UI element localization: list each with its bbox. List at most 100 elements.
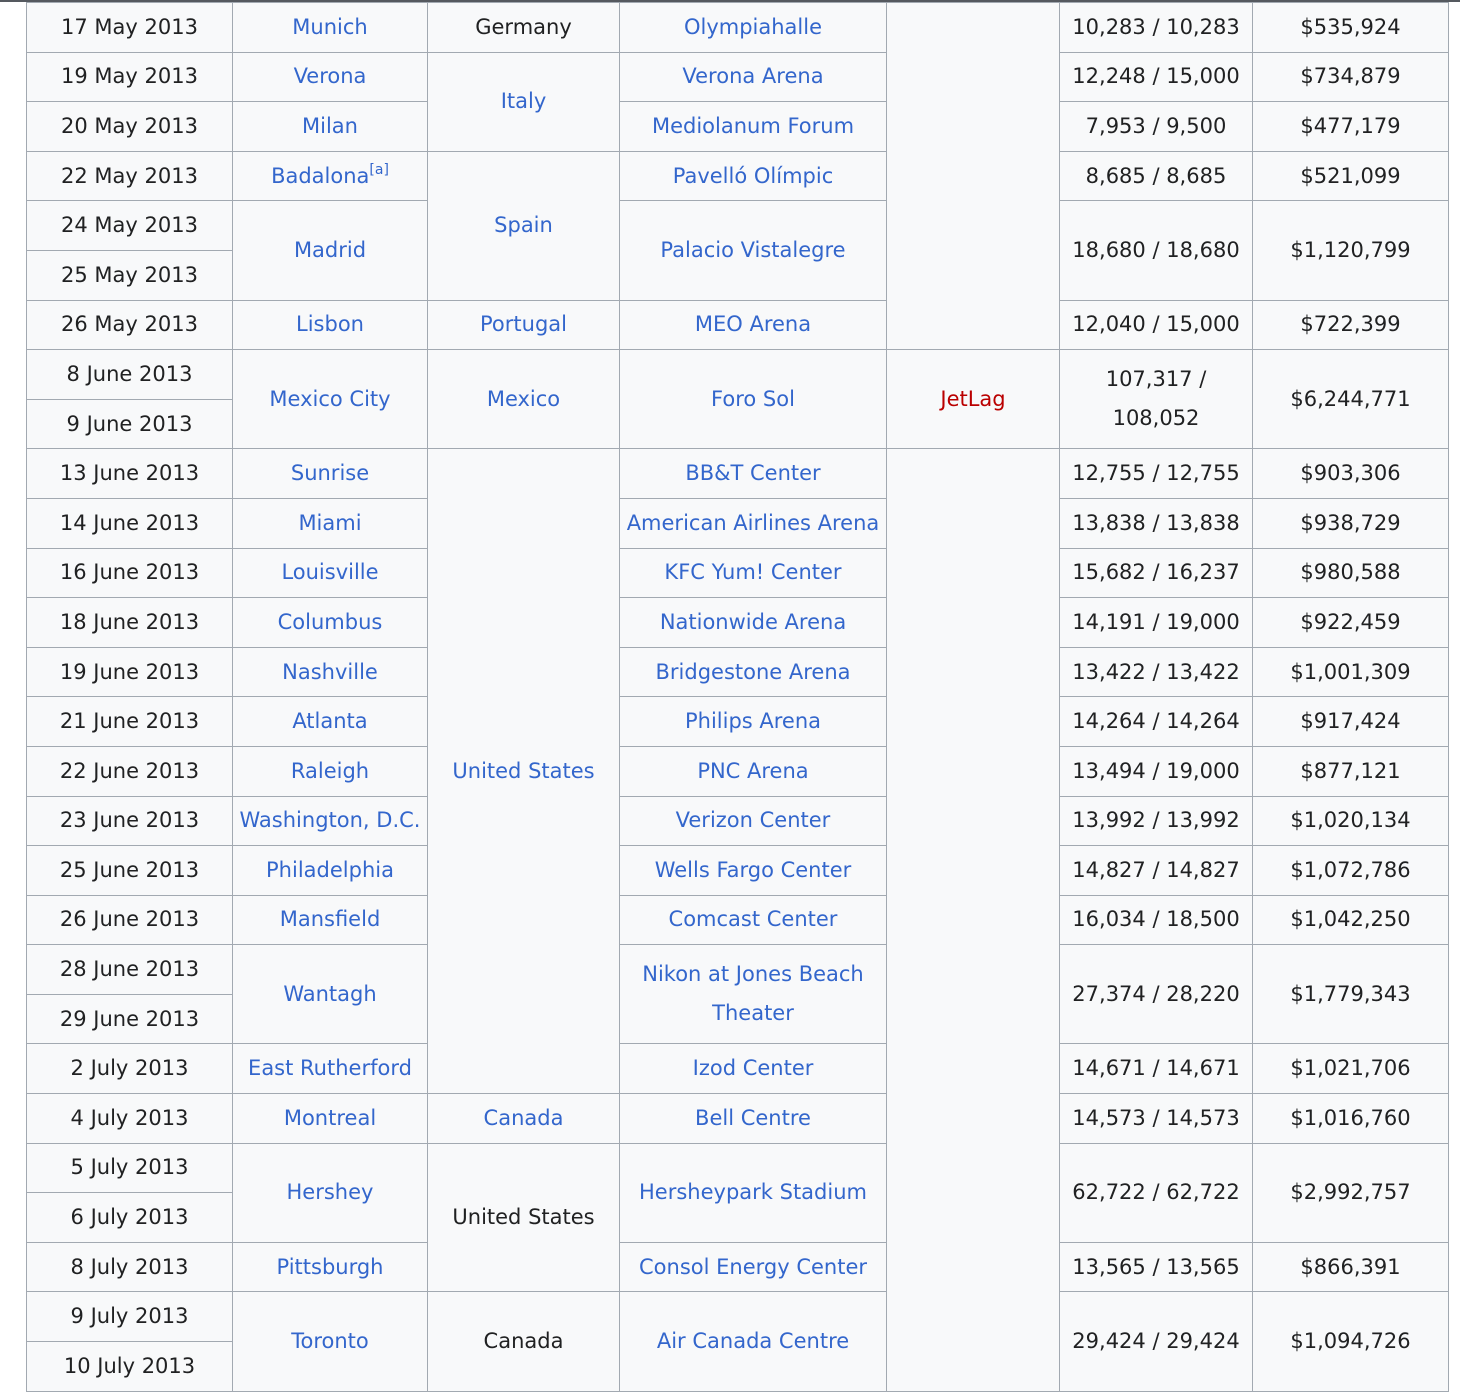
- venue-link[interactable]: Comcast Center: [669, 907, 838, 931]
- city-link[interactable]: Verona: [294, 64, 367, 88]
- opening-act-link[interactable]: JetLag: [940, 387, 1005, 411]
- country-link[interactable]: United States: [452, 759, 594, 783]
- city-link[interactable]: Miami: [298, 511, 361, 535]
- city-link[interactable]: Louisville: [281, 560, 378, 584]
- venue-cell: Comcast Center: [619, 894, 887, 946]
- city-link[interactable]: Lisbon: [296, 312, 364, 336]
- city-link[interactable]: Milan: [302, 114, 358, 138]
- opening-act-cell: [886, 1, 1060, 351]
- revenue-cell: $938,729: [1252, 497, 1449, 549]
- city-cell: Washington, D.C.: [232, 795, 428, 847]
- venue-link[interactable]: Consol Energy Center: [639, 1255, 867, 1279]
- country-link[interactable]: Mexico: [487, 387, 560, 411]
- venue-cell: KFC Yum! Center: [619, 547, 887, 599]
- revenue-cell: $1,001,309: [1252, 646, 1449, 698]
- venue-link[interactable]: Philips Arena: [685, 709, 821, 733]
- venue-link[interactable]: Bridgestone Arena: [655, 660, 850, 684]
- attendance-cell: 10,283 / 10,283: [1059, 2, 1253, 53]
- city-link[interactable]: Washington, D.C.: [240, 808, 421, 832]
- attendance-cell: 13,422 / 13,422: [1059, 646, 1253, 698]
- city-cell: Louisville: [232, 547, 428, 599]
- venue-link[interactable]: Foro Sol: [711, 387, 795, 411]
- country-cell: Spain: [427, 150, 620, 301]
- city-cell: Toronto: [232, 1291, 428, 1392]
- city-link[interactable]: Wantagh: [283, 982, 376, 1006]
- city-link[interactable]: Philadelphia: [266, 858, 394, 882]
- venue-link[interactable]: Nikon at Jones Beach Theater: [642, 962, 864, 1025]
- table-row: 18 June 2013 Columbus Nationwide Arena 1…: [26, 597, 1449, 648]
- table-row: 20 May 2013 Milan Mediolanum Forum 7,953…: [26, 101, 1449, 152]
- venue-link[interactable]: Pavelló Olímpic: [673, 164, 834, 188]
- venue-link[interactable]: Wells Fargo Center: [655, 858, 852, 882]
- attendance-cell: 14,573 / 14,573: [1059, 1093, 1253, 1144]
- city-link[interactable]: Hershey: [287, 1180, 374, 1204]
- attendance-cell: 18,680 / 18,680: [1059, 200, 1253, 301]
- venue-link[interactable]: Bell Centre: [695, 1106, 811, 1130]
- city-cell: Atlanta: [232, 696, 428, 747]
- city-link[interactable]: Badalona: [271, 164, 369, 188]
- venue-link[interactable]: Mediolanum Forum: [652, 114, 854, 138]
- venue-link[interactable]: American Airlines Arena: [627, 511, 880, 535]
- country-link[interactable]: Canada: [484, 1106, 564, 1130]
- date-cell: 14 June 2013: [26, 497, 233, 549]
- city-link[interactable]: Madrid: [294, 238, 366, 262]
- venue-cell: Bridgestone Arena: [619, 646, 887, 698]
- venue-cell: Mediolanum Forum: [619, 101, 887, 152]
- table-row: 5 July 2013 Hershey United States Hershe…: [26, 1142, 1449, 1293]
- country-link[interactable]: Spain: [494, 213, 553, 237]
- country-cell: Italy: [427, 51, 620, 152]
- city-link[interactable]: Sunrise: [291, 461, 369, 485]
- venue-link[interactable]: Verizon Center: [676, 808, 831, 832]
- city-link[interactable]: Munich: [292, 15, 367, 39]
- country-link[interactable]: Portugal: [480, 312, 567, 336]
- city-cell: Miami: [232, 497, 428, 549]
- city-link[interactable]: East Rutherford: [248, 1056, 412, 1080]
- city-link[interactable]: Atlanta: [292, 709, 367, 733]
- city-cell: Wantagh: [232, 944, 428, 1045]
- date-cell: 25 June 2013: [26, 845, 233, 896]
- city-link[interactable]: Montreal: [284, 1106, 376, 1130]
- date-cell: 28 June 2013: [26, 944, 233, 995]
- venue-link[interactable]: BB&T Center: [685, 461, 820, 485]
- venue-link[interactable]: Verona Arena: [682, 64, 823, 88]
- attendance-cell: 15,682 / 16,237: [1059, 547, 1253, 599]
- city-link[interactable]: Mansfield: [280, 907, 381, 931]
- date-cell: 19 June 2013: [26, 646, 233, 698]
- city-cell: Milan: [232, 101, 428, 152]
- attendance-cell: 13,992 / 13,992: [1059, 795, 1253, 847]
- country-cell: United States: [427, 1142, 620, 1293]
- city-link[interactable]: Toronto: [291, 1329, 369, 1353]
- country-link[interactable]: Italy: [501, 89, 547, 113]
- venue-link[interactable]: Olympiahalle: [684, 15, 822, 39]
- attendance-cell: 13,838 / 13,838: [1059, 497, 1253, 549]
- venue-link[interactable]: MEO Arena: [695, 312, 811, 336]
- venue-link[interactable]: Izod Center: [693, 1056, 814, 1080]
- city-link[interactable]: Pittsburgh: [277, 1255, 384, 1279]
- date-cell: 21 June 2013: [26, 696, 233, 747]
- city-cell: Munich: [232, 2, 428, 53]
- date-cell: 26 May 2013: [26, 299, 233, 351]
- venue-link[interactable]: Nationwide Arena: [660, 610, 846, 634]
- city-link[interactable]: Raleigh: [291, 759, 369, 783]
- venue-link[interactable]: Hersheypark Stadium: [639, 1180, 867, 1204]
- venue-link[interactable]: KFC Yum! Center: [664, 560, 841, 584]
- venue-link[interactable]: Air Canada Centre: [657, 1329, 849, 1353]
- revenue-cell: $734,879: [1252, 51, 1449, 103]
- country-cell: Mexico: [427, 349, 620, 450]
- date-cell: 23 June 2013: [26, 795, 233, 847]
- footnote-ref[interactable]: [a]: [369, 162, 389, 178]
- venue-link[interactable]: Palacio Vistalegre: [660, 238, 845, 262]
- date-cell: 18 June 2013: [26, 597, 233, 648]
- venue-cell: Nikon at Jones Beach Theater: [619, 944, 887, 1045]
- city-link[interactable]: Nashville: [282, 660, 378, 684]
- city-link[interactable]: Mexico City: [269, 387, 390, 411]
- revenue-cell: $6,244,771: [1252, 349, 1449, 450]
- city-cell: Nashville: [232, 646, 428, 698]
- city-link[interactable]: Columbus: [278, 610, 383, 634]
- revenue-cell: $877,121: [1252, 745, 1449, 797]
- venue-link[interactable]: PNC Arena: [697, 759, 808, 783]
- opening-act-cell: [886, 448, 1060, 1392]
- table-row: 25 June 2013 Philadelphia Wells Fargo Ce…: [26, 845, 1449, 896]
- date-cell: 5 July 2013: [26, 1142, 233, 1194]
- city-cell: Badalona[a]: [232, 150, 428, 202]
